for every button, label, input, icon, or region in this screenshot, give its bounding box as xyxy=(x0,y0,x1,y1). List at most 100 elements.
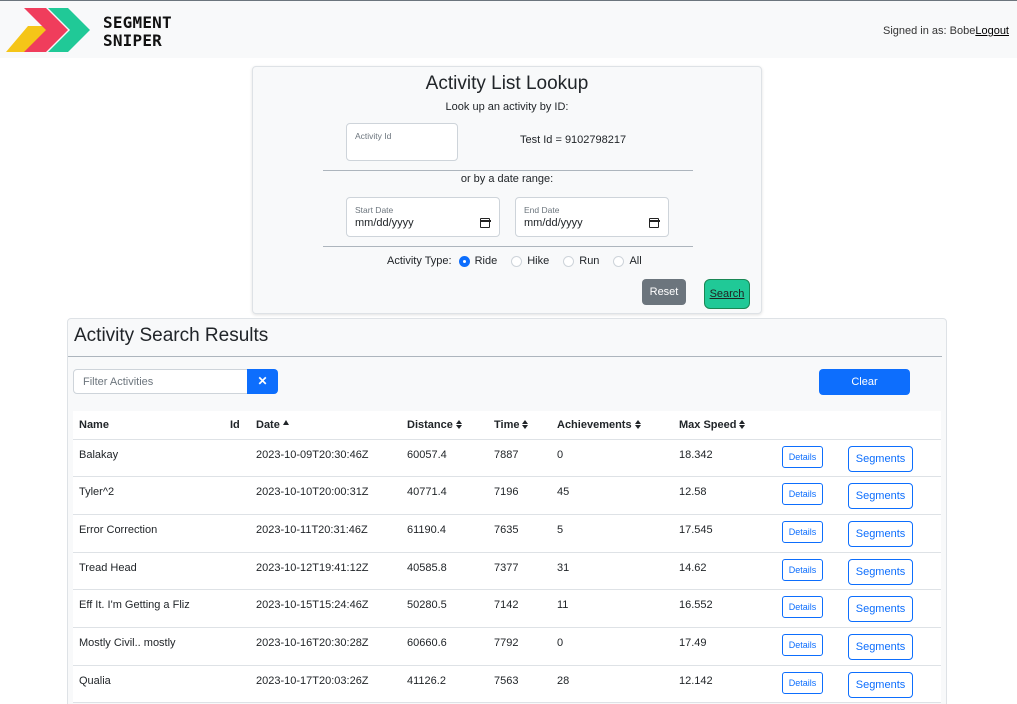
details-button[interactable]: Details xyxy=(782,558,823,581)
details-button[interactable]: Details xyxy=(782,671,823,694)
segments-button[interactable]: Segments xyxy=(848,671,913,698)
column-header-max-speed[interactable]: Max Speed xyxy=(673,411,776,440)
lookup-by-id-text: Look up an activity by ID: xyxy=(445,101,569,113)
details-button[interactable]: Details xyxy=(782,596,823,619)
calendar-icon[interactable] xyxy=(648,218,660,228)
column-header-distance[interactable]: Distance xyxy=(401,411,488,440)
table-row[interactable]: Eff It. I'm Getting a Fliz 2023-10-15T15:… xyxy=(73,589,941,628)
cell-date: 2023-10-10T20:00:31Z xyxy=(250,476,401,515)
calendar-icon[interactable] xyxy=(479,218,491,228)
signed-in-status: Signed in as: BobeLogout xyxy=(883,25,1009,37)
segments-button[interactable]: Segments xyxy=(848,445,913,472)
cell-name: Balakay xyxy=(73,439,224,478)
table-row[interactable]: Tread Head 2023-10-12T19:41:12Z 40585.8 737… xyxy=(73,552,941,591)
column-header-segments xyxy=(842,411,941,440)
cell-date: 2023-10-15T15:24:46Z xyxy=(250,589,401,628)
details-button[interactable]: Details xyxy=(782,445,823,468)
brand-line-2: SNIPER xyxy=(103,31,162,50)
column-header-achievements[interactable]: Achievements xyxy=(551,411,673,440)
table-row[interactable]: Tyler^2 2023-10-10T20:00:31Z 40771.4 7196 45… xyxy=(73,476,941,515)
cell-details: Details xyxy=(776,476,842,515)
cell-achievements: 0 xyxy=(551,627,673,666)
segments-button[interactable]: Segments xyxy=(848,633,913,660)
cell-details: Details xyxy=(776,627,842,666)
cell-segments: Segments xyxy=(842,665,941,704)
table-header-row: Name Id Date Distance Time Achievements … xyxy=(73,411,941,440)
radio-run-label[interactable]: Run xyxy=(579,255,599,267)
activity-type-group: Activity Type: Ride Hike Run All xyxy=(387,255,642,267)
segments-button[interactable]: Segments xyxy=(848,520,913,547)
test-id-text: Test Id = 9102798217 xyxy=(520,134,627,146)
divider xyxy=(323,246,693,247)
radio-all[interactable] xyxy=(613,255,625,267)
table-row[interactable]: Balakay 2023-10-09T20:30:46Z 60057.4 7887 0 1… xyxy=(73,439,941,478)
sort-icon xyxy=(635,420,642,429)
top-navbar: SEGMENT SNIPER Signed in as: BobeLogout xyxy=(0,0,1017,58)
cell-id xyxy=(224,439,250,478)
brand-name[interactable]: SEGMENT SNIPER xyxy=(103,14,172,50)
table-row[interactable]: Qualia 2023-10-17T20:03:26Z 41126.2 7563 28 1… xyxy=(73,665,941,704)
activity-id-field[interactable]: Activity Id xyxy=(346,123,458,161)
cell-id xyxy=(224,627,250,666)
cell-id xyxy=(224,514,250,553)
cell-name: Qualia xyxy=(73,665,224,704)
cell-distance: 60660.6 xyxy=(401,627,488,666)
segments-button[interactable]: Segments xyxy=(848,596,913,623)
cell-details: Details xyxy=(776,665,842,704)
column-header-time[interactable]: Time xyxy=(488,411,551,440)
details-button[interactable]: Details xyxy=(782,520,823,543)
divider xyxy=(323,170,693,171)
segments-button[interactable]: Segments xyxy=(848,483,913,510)
table-row[interactable]: Mostly Civil.. mostly 2023-10-16T20:30:28… xyxy=(73,627,941,666)
cell-time: 7142 xyxy=(488,589,551,628)
segment-sniper-logo[interactable] xyxy=(6,8,98,54)
clear-button[interactable]: Clear xyxy=(819,369,910,395)
cell-max-speed: 16.552 xyxy=(673,589,776,628)
segments-button[interactable]: Segments xyxy=(848,558,913,585)
filter-activities-input[interactable]: Filter Activities xyxy=(73,369,249,394)
radio-hike[interactable] xyxy=(511,255,523,267)
radio-hike-label[interactable]: Hike xyxy=(527,255,549,267)
cell-achievements: 11 xyxy=(551,589,673,628)
cell-time: 7563 xyxy=(488,665,551,704)
activity-lookup-card: Activity List Lookup Look up an activity… xyxy=(252,66,762,314)
filter-placeholder: Filter Activities xyxy=(83,376,154,388)
start-date-field[interactable]: Start Date mm/dd/yyyy xyxy=(346,197,500,237)
cell-time: 7377 xyxy=(488,552,551,591)
end-date-value: mm/dd/yyyy xyxy=(524,217,583,229)
clear-filter-button[interactable]: ✕ xyxy=(247,369,278,394)
radio-ride[interactable] xyxy=(458,255,470,267)
sort-icon xyxy=(522,420,529,429)
column-header-date[interactable]: Date xyxy=(250,411,401,440)
end-date-field[interactable]: End Date mm/dd/yyyy xyxy=(515,197,669,237)
cell-segments: Segments xyxy=(842,439,941,478)
cell-max-speed: 17.49 xyxy=(673,627,776,666)
details-button[interactable]: Details xyxy=(782,633,823,656)
radio-run[interactable] xyxy=(563,255,575,267)
cell-name: Tyler^2 xyxy=(73,476,224,515)
cell-max-speed: 12.142 xyxy=(673,665,776,704)
cell-distance: 60057.4 xyxy=(401,439,488,478)
details-button[interactable]: Details xyxy=(782,483,823,506)
search-button[interactable]: Search xyxy=(704,279,750,309)
table-row[interactable]: Error Correction 2023-10-11T20:31:46Z 6119… xyxy=(73,514,941,553)
cell-distance: 50280.5 xyxy=(401,589,488,628)
cell-segments: Segments xyxy=(842,552,941,591)
cell-time: 7196 xyxy=(488,476,551,515)
reset-button[interactable]: Reset xyxy=(642,279,686,305)
cell-id xyxy=(224,665,250,704)
cell-segments: Segments xyxy=(842,627,941,666)
radio-ride-label[interactable]: Ride xyxy=(475,255,498,267)
cell-distance: 61190.4 xyxy=(401,514,488,553)
cell-time: 7887 xyxy=(488,439,551,478)
radio-all-label[interactable]: All xyxy=(629,255,641,267)
cell-details: Details xyxy=(776,439,842,478)
brand-line-1: SEGMENT xyxy=(103,13,172,32)
column-header-name[interactable]: Name xyxy=(73,411,224,440)
cell-achievements: 0 xyxy=(551,439,673,478)
cell-id xyxy=(224,589,250,628)
logout-link[interactable]: Logout xyxy=(975,25,1009,37)
cell-time: 7635 xyxy=(488,514,551,553)
cell-segments: Segments xyxy=(842,514,941,553)
column-header-id[interactable]: Id xyxy=(224,411,250,440)
